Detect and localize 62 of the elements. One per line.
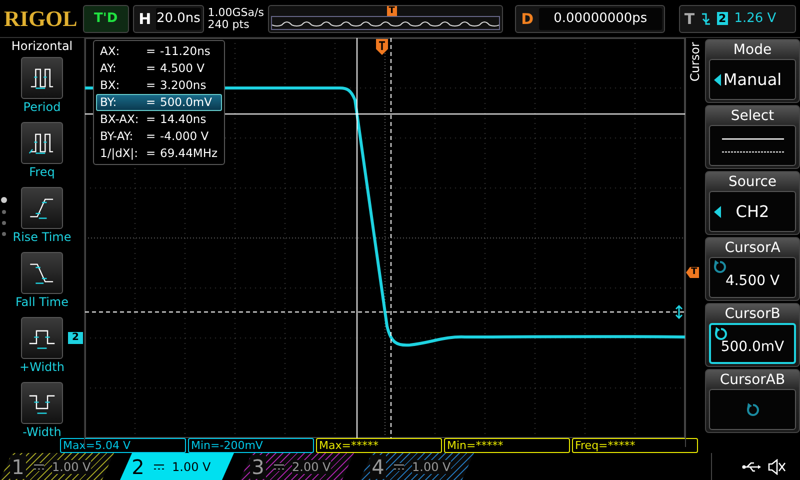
measure-button[interactable]: Freq — [21, 122, 63, 187]
readout-label: BX: — [100, 78, 121, 93]
trigger-level-marker: T — [686, 267, 700, 278]
equals-sign: = — [146, 61, 157, 76]
value-adjuster[interactable]: 4.500 V — [709, 257, 796, 298]
measurement-readout: Min=-200mV — [188, 438, 314, 453]
equals-sign: = — [146, 95, 157, 110]
readout-label: AY: — [100, 61, 118, 76]
softkey-label: CursorB — [724, 306, 780, 323]
readout-value: 4.500 V — [160, 61, 206, 76]
channel-tab[interactable]: 3 2.00 V — [240, 453, 354, 480]
brand-logo: RIGOL — [4, 6, 78, 32]
value-adjuster[interactable]: 500.0mV — [709, 323, 796, 364]
cursor-value: 500.0mV — [720, 338, 784, 354]
measure-button[interactable]: -Width — [21, 382, 63, 447]
trigger-source: 2 — [716, 12, 728, 25]
readout-label: AX: — [100, 44, 121, 59]
softkey-label: CursorA — [724, 240, 780, 257]
measure-button[interactable]: Fall Time — [15, 252, 68, 317]
timebase-display[interactable]: H 20.0ns — [132, 4, 204, 32]
cursor-value: 4.500 V — [725, 272, 780, 288]
sample-rate: 1.00GSa/s — [208, 6, 264, 18]
readout-label: BY: — [100, 95, 118, 110]
trigger-level: 1.26 V — [734, 11, 776, 26]
measure-button[interactable]: Period — [21, 57, 63, 122]
option-selector[interactable]: Manual — [709, 59, 796, 100]
equals-sign: = — [146, 44, 157, 59]
equals-sign: = — [146, 78, 157, 93]
run-status-indicator[interactable]: T'D — [83, 4, 129, 32]
menu-title: Horizontal — [11, 39, 73, 53]
channel-tab[interactable]: 1 1.00 V — [0, 453, 114, 480]
channel-tab[interactable]: 4 1.00 V — [360, 453, 474, 480]
equals-sign: = — [146, 146, 157, 161]
measurement-readout: Min=***** — [444, 438, 570, 453]
measure-button[interactable]: +Width — [20, 317, 64, 382]
measurement-readout: Freq=***** — [572, 438, 698, 453]
option-selector[interactable]: CH2 — [709, 191, 796, 232]
equals-sign: = — [146, 129, 157, 144]
channel-tab[interactable]: 2 1.00 V — [120, 453, 234, 480]
delay-display[interactable]: D 0.00000000ps — [515, 4, 666, 32]
trigger-position-marker: T — [386, 6, 397, 16]
measurement-readout: Max=5.04 V — [60, 438, 186, 453]
readout-value: 14.40ns — [160, 112, 208, 127]
equals-sign: = — [146, 112, 157, 127]
memory-depth: 240 pts — [208, 18, 250, 30]
readout-value: 3.200ns — [160, 78, 208, 93]
readout-value: 500.0mV — [160, 95, 213, 110]
readout-label: BX-AX: — [100, 112, 140, 127]
softkey-label: Mode — [733, 42, 772, 59]
menu-title: Cursor — [688, 42, 702, 82]
readout-label: 1/|dX|: — [100, 146, 139, 161]
readout-value: 69.44MHz — [160, 146, 218, 161]
softkey-label: CursorAB — [720, 372, 786, 389]
channel-marker: 2 — [68, 332, 83, 344]
readout-value: -11.20ns — [160, 44, 212, 59]
softkey-label: Source — [728, 174, 777, 191]
trigger-display[interactable]: T 2 1.26 V — [679, 4, 796, 32]
measure-button[interactable]: Rise Time — [12, 187, 72, 252]
readout-value: -4.000 V — [160, 129, 210, 144]
readout-label: BY-AY: — [100, 129, 134, 144]
measurement-readout: Max=***** — [316, 438, 442, 453]
softkey-label: Select — [730, 108, 774, 125]
